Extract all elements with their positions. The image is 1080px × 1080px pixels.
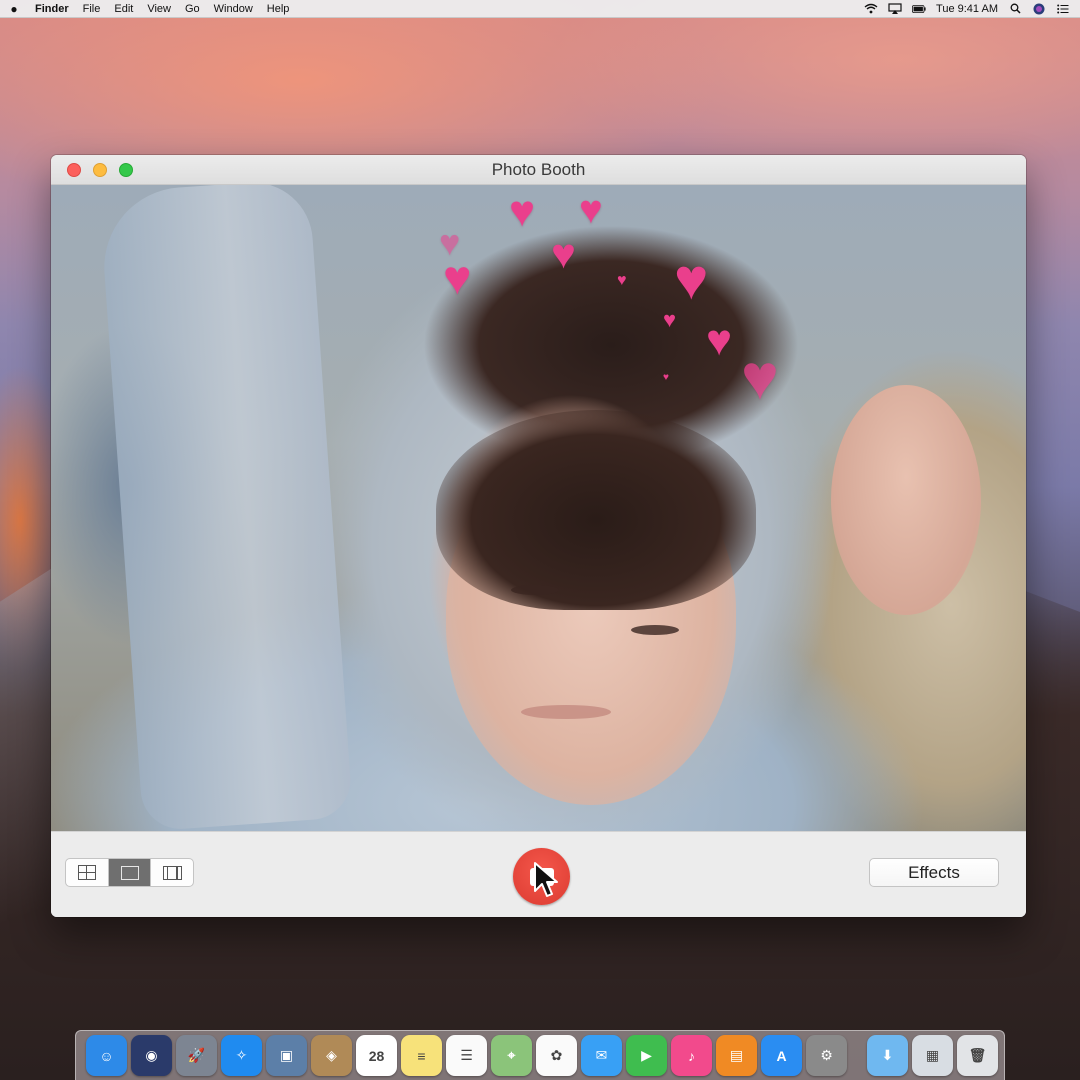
- effects-button[interactable]: Effects: [869, 858, 999, 887]
- window-title: Photo Booth: [491, 159, 586, 179]
- close-button[interactable]: [67, 162, 81, 177]
- menu-finder[interactable]: Finder: [28, 3, 76, 15]
- heart-icon: ♥: [663, 372, 669, 383]
- camera-subject-eye-left: [511, 585, 559, 595]
- heart-icon: ♥: [674, 247, 709, 312]
- dock-downloads-folder-icon[interactable]: ⬇: [867, 1035, 908, 1076]
- menu-file[interactable]: File: [76, 3, 108, 15]
- window-controls: [51, 162, 133, 177]
- camera-subject-hair: [436, 410, 756, 610]
- dock-facetime-icon[interactable]: ▶: [626, 1035, 667, 1076]
- menu-help[interactable]: Help: [260, 3, 297, 15]
- photo-booth-toolbar: Effects: [51, 831, 1026, 917]
- heart-icon: ♥: [551, 230, 576, 277]
- dock-reminders-icon[interactable]: ☰: [446, 1035, 487, 1076]
- airplay-icon[interactable]: [888, 3, 902, 14]
- apple-icon[interactable]: ●: [0, 2, 28, 16]
- menu-edit[interactable]: Edit: [107, 3, 140, 15]
- menu-clock[interactable]: Tue 9:41 AM: [936, 3, 998, 15]
- dock-notes-icon[interactable]: ≡: [401, 1035, 442, 1076]
- heart-icon: ♥: [579, 188, 603, 232]
- minimize-button[interactable]: [93, 162, 107, 177]
- dock-photos-icon[interactable]: ✿: [536, 1035, 577, 1076]
- photo-booth-window: Photo Booth ♥ ♥ ♥ ♥ ♥ ♥ ♥ ♥ ♥ ♥ ♥ Effect…: [51, 155, 1026, 917]
- camera-subject-hand: [831, 385, 981, 615]
- menu-bar: ● Finder File Edit View Go Window Help T…: [0, 0, 1080, 18]
- dock-itunes-icon[interactable]: ♪: [671, 1035, 712, 1076]
- dock-launchpad-icon[interactable]: 🚀: [176, 1035, 217, 1076]
- grid-view-icon: [77, 865, 96, 880]
- film-strip-view-button[interactable]: [151, 859, 193, 886]
- heart-icon: ♥: [509, 187, 536, 236]
- status-area: Tue 9:41 AM: [864, 3, 1080, 15]
- dock-contacts-icon[interactable]: ◈: [311, 1035, 352, 1076]
- heart-icon: ♥: [663, 307, 677, 332]
- dock-system-preferences-icon[interactable]: ⚙: [806, 1035, 847, 1076]
- dock-ibooks-icon[interactable]: ▤: [716, 1035, 757, 1076]
- heart-icon: ♥: [741, 341, 779, 413]
- menu-view[interactable]: View: [140, 3, 178, 15]
- notification-center-icon[interactable]: [1056, 3, 1070, 14]
- battery-icon[interactable]: [912, 3, 926, 14]
- dock: ☺ ◉ 🚀 ✧ ▣ ◈ 28 ≡ ☰ ⌖ ✿ ✉ ▶ ♪ ▤ A ⚙ ⬇ ▦ 🗑: [75, 1030, 1005, 1080]
- dock-messages-icon[interactable]: ✉: [581, 1035, 622, 1076]
- heart-icon: ♥: [443, 252, 472, 305]
- heart-icon: ♥: [706, 316, 733, 365]
- zoom-button[interactable]: [119, 162, 133, 177]
- menu-go[interactable]: Go: [178, 3, 207, 15]
- dock-photo-viewer-icon[interactable]: ▣: [266, 1035, 307, 1076]
- single-photo-icon: [120, 865, 139, 880]
- dock-siri-icon[interactable]: ◉: [131, 1035, 172, 1076]
- dock-finder-icon[interactable]: ☺: [86, 1035, 127, 1076]
- dock-maps-icon[interactable]: ⌖: [491, 1035, 532, 1076]
- camera-subject-arm: [98, 185, 354, 831]
- take-photo-button[interactable]: [513, 848, 570, 905]
- heart-icon: ♥: [617, 272, 627, 289]
- menu-window[interactable]: Window: [207, 3, 260, 15]
- single-photo-view-button[interactable]: [108, 859, 152, 886]
- window-titlebar[interactable]: Photo Booth: [51, 155, 1026, 185]
- wifi-icon[interactable]: [864, 3, 878, 14]
- dock-network-stack-icon[interactable]: ▦: [912, 1035, 953, 1076]
- camera-icon: [529, 867, 554, 886]
- dock-safari-icon[interactable]: ✧: [221, 1035, 262, 1076]
- dock-app-store-icon[interactable]: A: [761, 1035, 802, 1076]
- camera-preview: ♥ ♥ ♥ ♥ ♥ ♥ ♥ ♥ ♥ ♥ ♥: [51, 185, 1026, 831]
- siri-icon[interactable]: [1032, 3, 1046, 14]
- dock-trash-icon[interactable]: 🗑: [957, 1035, 998, 1076]
- dock-calendar-icon[interactable]: 28: [356, 1035, 397, 1076]
- spotlight-icon[interactable]: [1008, 3, 1022, 14]
- view-mode-selector: [65, 858, 194, 887]
- film-strip-icon: [162, 865, 182, 880]
- camera-subject-mouth: [521, 705, 611, 719]
- grid-view-button[interactable]: [66, 859, 109, 886]
- camera-subject-eye-right: [631, 625, 679, 635]
